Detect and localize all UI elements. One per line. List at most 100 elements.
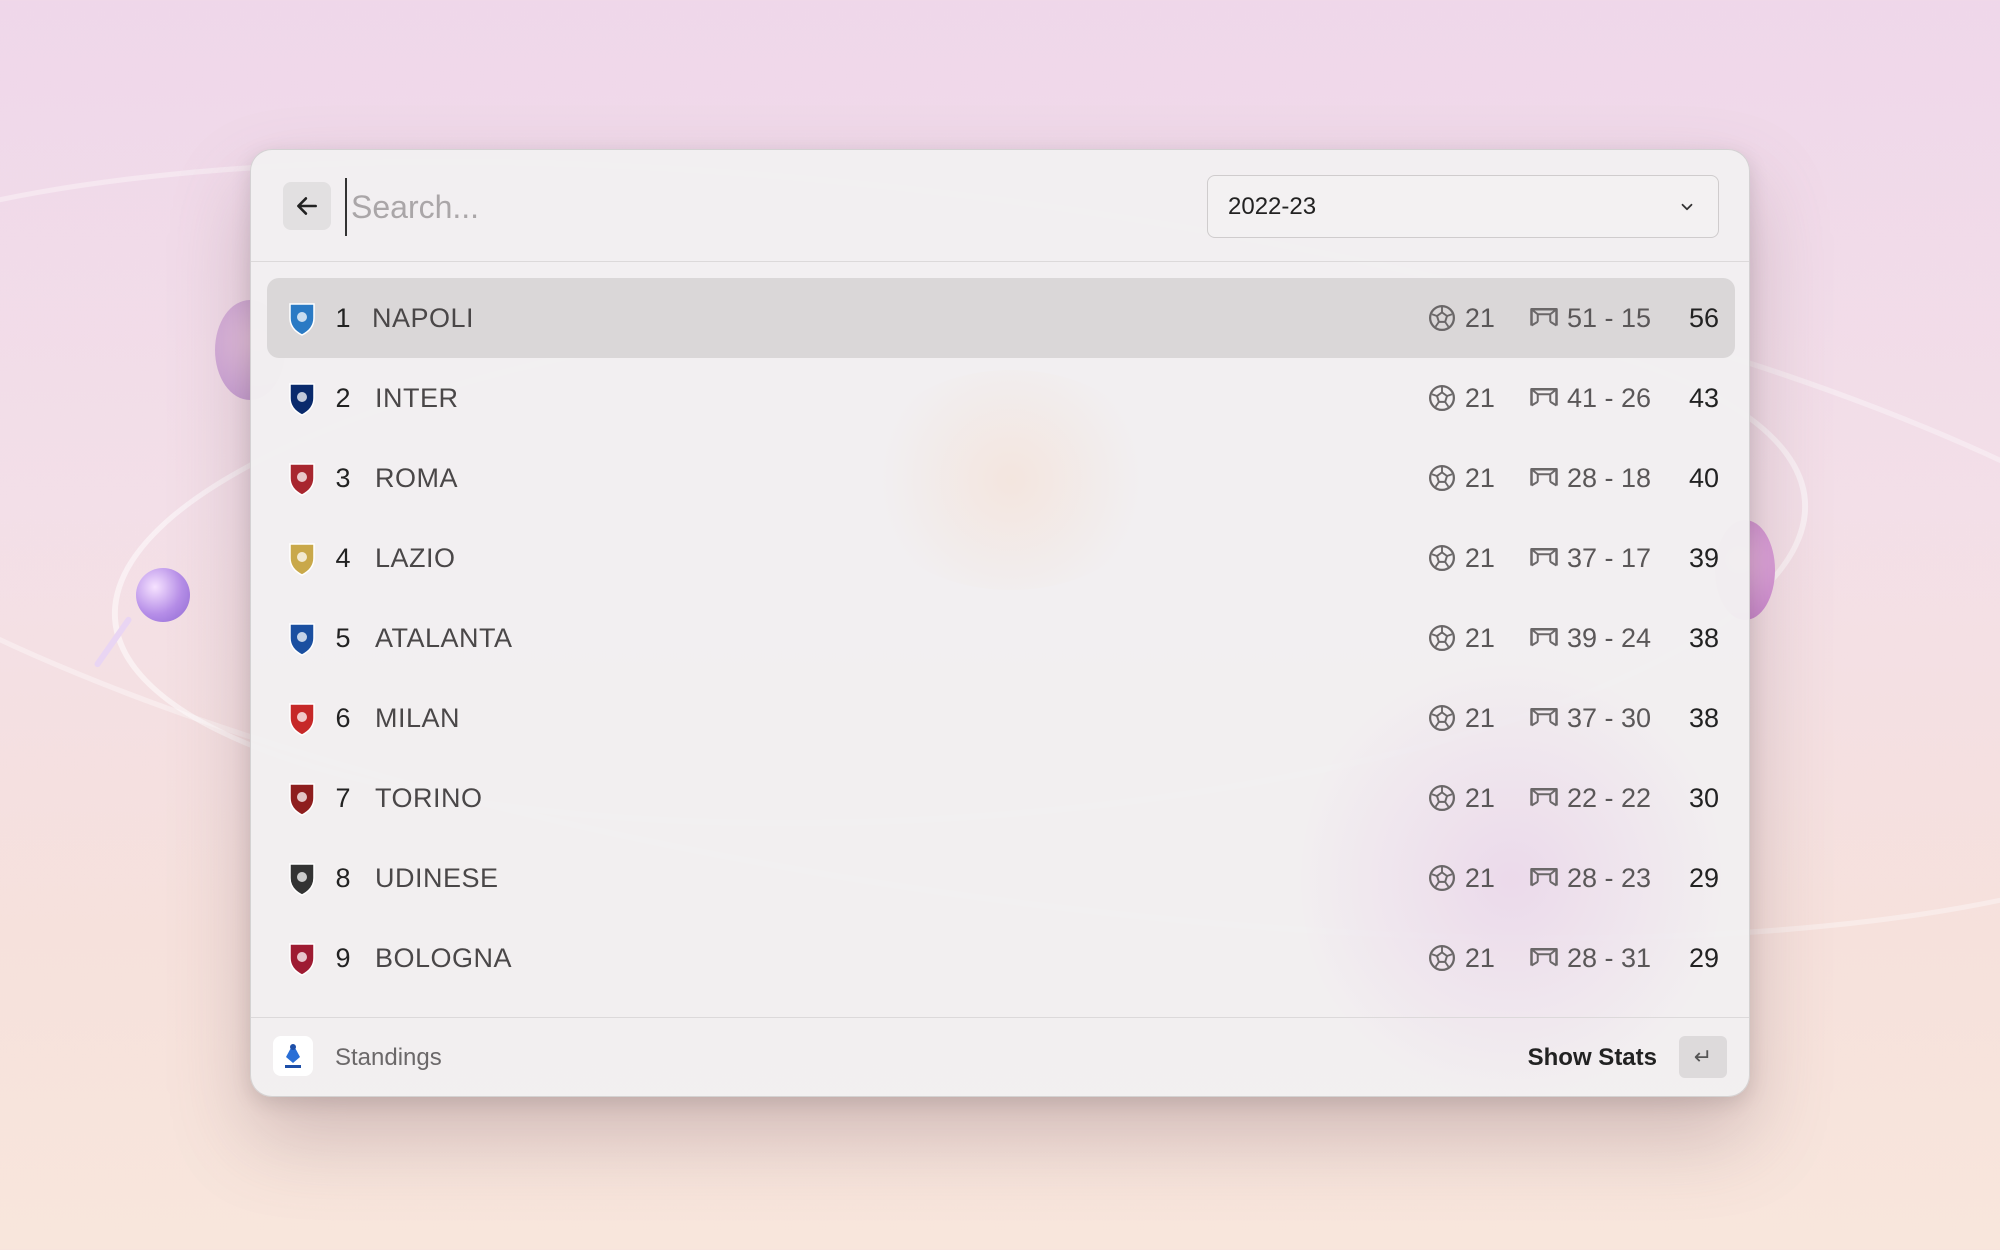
rank: 6	[335, 703, 351, 733]
team-stats: 21 28 - 18 40	[1427, 438, 1719, 518]
matches-played: 21	[1464, 782, 1495, 813]
soccer-ball-icon	[1427, 383, 1457, 413]
return-key-icon: ↵	[1693, 1044, 1713, 1069]
serie-a-logo-icon	[273, 1036, 313, 1076]
rank: 7	[335, 783, 351, 813]
roma-crest-icon	[283, 460, 321, 498]
points: 39	[1688, 542, 1719, 573]
goals-for-against: 28 - 31	[1566, 942, 1651, 973]
points: 56	[1688, 302, 1719, 333]
team-name: INTER	[375, 383, 459, 413]
standings-row[interactable]: 8 UDINESE 21 28 - 23 29	[267, 838, 1735, 918]
goal-net-icon	[1529, 703, 1559, 733]
points: 40	[1688, 462, 1719, 493]
raycast-window: 2022-23 1 NAPOLI 21 51 - 15 56	[250, 149, 1750, 1097]
rank: 2	[335, 383, 351, 413]
rank: 9	[335, 943, 351, 973]
inter-crest-icon	[283, 380, 321, 418]
team-name: ATALANTA	[375, 623, 513, 653]
back-button[interactable]	[283, 182, 331, 230]
matches-played: 21	[1464, 942, 1495, 973]
team-name: UDINESE	[375, 863, 499, 893]
team-name: MILAN	[375, 703, 461, 733]
goals-for-against: 39 - 24	[1566, 622, 1651, 653]
goal-net-icon	[1529, 543, 1559, 573]
goals-for-against: 51 - 15	[1566, 302, 1651, 333]
rank: 1	[335, 303, 351, 333]
matches-played: 21	[1464, 702, 1495, 733]
team-stats: 21 37 - 17 39	[1427, 518, 1719, 598]
team-stats: 21 41 - 26 43	[1427, 358, 1719, 438]
search-bar: 2022-23	[251, 150, 1749, 262]
points: 38	[1688, 622, 1719, 653]
standings-row[interactable]: 5 ATALANTA 21 39 - 24 38	[267, 598, 1735, 678]
standings-row[interactable]: 2 INTER 21 41 - 26 43	[267, 358, 1735, 438]
team-stats: 21 28 - 23 29	[1427, 838, 1719, 918]
goal-net-icon	[1529, 463, 1559, 493]
points: 29	[1688, 862, 1719, 893]
season-dropdown[interactable]: 2022-23	[1207, 175, 1719, 238]
goals-for-against: 41 - 26	[1566, 382, 1651, 413]
goals-for-against: 37 - 17	[1566, 542, 1651, 573]
goals-for-against: 28 - 23	[1566, 862, 1651, 893]
goal-net-icon	[1529, 383, 1559, 413]
soccer-ball-icon	[1427, 623, 1457, 653]
enter-key-button[interactable]: ↵	[1679, 1036, 1727, 1078]
standings-row[interactable]: 7 TORINO 21 22 - 22 30	[267, 758, 1735, 838]
torino-crest-icon	[283, 780, 321, 818]
standings-row[interactable]: 9 BOLOGNA 21 28 - 31 29	[267, 918, 1735, 998]
team-name: BOLOGNA	[375, 943, 513, 973]
lollipop-stick-decoration	[93, 615, 133, 669]
goals-for-against: 37 - 30	[1566, 702, 1651, 733]
rank: 8	[335, 863, 351, 893]
matches-played: 21	[1464, 862, 1495, 893]
goal-net-icon	[1529, 623, 1559, 653]
soccer-ball-icon	[1427, 703, 1457, 733]
standings-row[interactable]: 1 NAPOLI 21 51 - 15 56	[267, 278, 1735, 358]
matches-played: 21	[1464, 542, 1495, 573]
chevron-down-icon	[1681, 203, 1693, 210]
standings-row[interactable]: 4 LAZIO 21 37 - 17 39	[267, 518, 1735, 598]
bologna-crest-icon	[283, 940, 321, 978]
matches-played: 21	[1464, 382, 1495, 413]
season-value: 2022-23	[1228, 192, 1317, 220]
rank: 4	[335, 543, 351, 573]
standings-list: 1 NAPOLI 21 51 - 15 56 2 INTER 21 41 - 2…	[267, 278, 1735, 998]
soccer-ball-icon	[1427, 463, 1457, 493]
team-name: NAPOLI	[372, 303, 475, 333]
lollipop-decoration	[136, 568, 190, 622]
search-input[interactable]	[345, 178, 1105, 236]
soccer-ball-icon	[1427, 943, 1457, 973]
goal-net-icon	[1529, 863, 1559, 893]
goal-net-icon	[1529, 943, 1559, 973]
standings-row[interactable]: 3 ROMA 21 28 - 18 40	[267, 438, 1735, 518]
goals-for-against: 22 - 22	[1566, 782, 1651, 813]
team-name: LAZIO	[375, 543, 456, 573]
footer-title: Standings	[335, 1044, 442, 1071]
soccer-ball-icon	[1427, 783, 1457, 813]
team-name: TORINO	[375, 783, 483, 813]
footer-bar: Standings Show Stats ↵	[251, 1017, 1749, 1096]
atalanta-crest-icon	[283, 620, 321, 658]
goal-net-icon	[1529, 783, 1559, 813]
team-name: ROMA	[375, 463, 458, 493]
arrow-left-icon	[297, 197, 317, 215]
points: 43	[1688, 382, 1719, 413]
soccer-ball-icon	[1427, 863, 1457, 893]
goal-net-icon	[1529, 303, 1559, 333]
matches-played: 21	[1464, 302, 1495, 333]
standings-row[interactable]: 6 MILAN 21 37 - 30 38	[267, 678, 1735, 758]
soccer-ball-icon	[1427, 303, 1457, 333]
goals-for-against: 28 - 18	[1566, 462, 1651, 493]
team-stats: 21 22 - 22 30	[1427, 758, 1719, 838]
team-stats: 21 39 - 24 38	[1427, 598, 1719, 678]
soccer-ball-icon	[1427, 543, 1457, 573]
team-stats: 21 37 - 30 38	[1427, 678, 1719, 758]
team-stats: 21 51 - 15 56	[1427, 278, 1719, 358]
points: 30	[1688, 782, 1719, 813]
matches-played: 21	[1464, 462, 1495, 493]
show-stats-action[interactable]: Show Stats	[1528, 1018, 1657, 1096]
lazio-crest-icon	[283, 540, 321, 578]
team-stats: 21 28 - 31 29	[1427, 918, 1719, 998]
rank: 5	[335, 623, 351, 653]
